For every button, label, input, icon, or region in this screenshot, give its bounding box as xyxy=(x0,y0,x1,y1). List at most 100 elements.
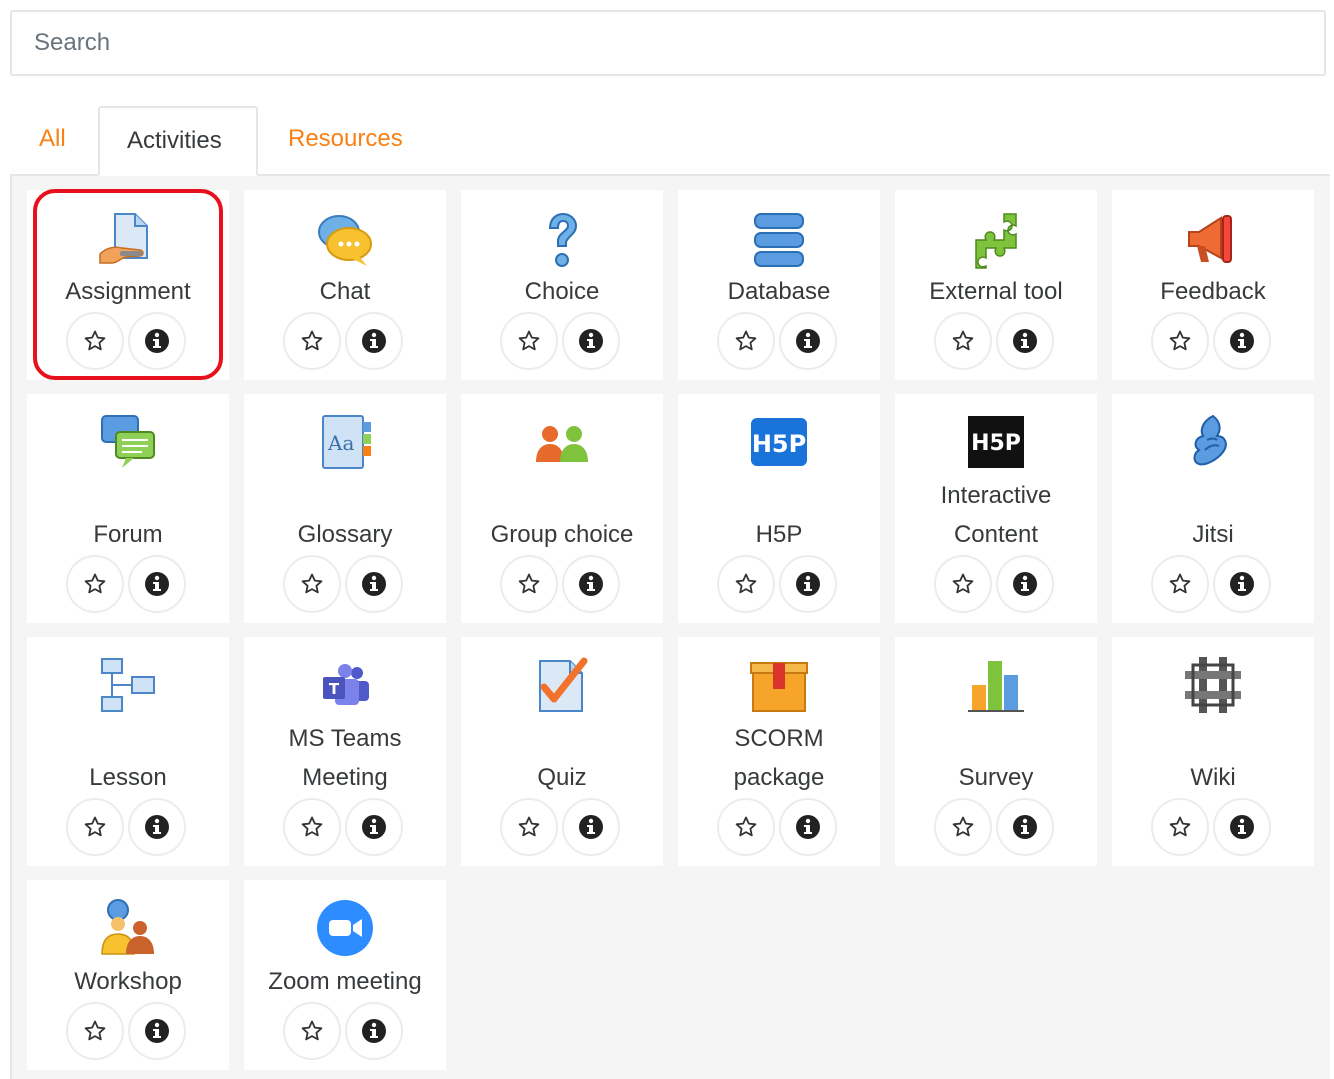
star-icon[interactable] xyxy=(500,798,558,856)
module-name: Database xyxy=(727,278,831,305)
interactive-content-icon: H5P xyxy=(966,412,1026,472)
module-name: Workshop xyxy=(74,968,182,995)
module-name: Wiki xyxy=(1190,764,1236,791)
star-icon[interactable] xyxy=(66,312,124,370)
module-name: Lesson xyxy=(89,764,167,791)
module-card-glossary[interactable]: Aa Glossary xyxy=(244,394,446,623)
star-icon[interactable] xyxy=(283,1002,341,1060)
external-tool-icon xyxy=(966,210,1026,270)
info-icon[interactable] xyxy=(779,798,837,856)
survey-icon xyxy=(966,655,1026,715)
info-icon[interactable] xyxy=(128,1002,186,1060)
module-name: Glossary xyxy=(297,521,393,548)
module-name-line2: package xyxy=(733,764,825,791)
module-card-jitsi[interactable]: Jitsi xyxy=(1112,394,1314,623)
lesson-icon xyxy=(98,655,158,715)
tab-resources[interactable]: Resources xyxy=(288,106,403,176)
module-name: Feedback xyxy=(1160,278,1266,305)
module-name: Quiz xyxy=(537,764,587,791)
star-icon[interactable] xyxy=(1151,312,1209,370)
workshop-icon xyxy=(98,898,158,958)
info-icon[interactable] xyxy=(562,312,620,370)
module-card-survey[interactable]: Survey xyxy=(895,637,1097,866)
star-icon[interactable] xyxy=(66,1002,124,1060)
glossary-icon: Aa xyxy=(315,412,375,472)
star-icon[interactable] xyxy=(1151,798,1209,856)
module-card-scorm[interactable]: SCORM package xyxy=(678,637,880,866)
module-card-lesson[interactable]: Lesson xyxy=(27,637,229,866)
h5p-icon: H5P xyxy=(749,412,809,472)
star-icon[interactable] xyxy=(934,798,992,856)
module-name-line2: Meeting xyxy=(302,764,388,791)
info-icon[interactable] xyxy=(562,555,620,613)
info-icon[interactable] xyxy=(779,312,837,370)
star-icon[interactable] xyxy=(717,798,775,856)
module-card-ms-teams[interactable]: T MS Teams Meeting xyxy=(244,637,446,866)
svg-text:H5P: H5P xyxy=(752,430,806,458)
module-name: Jitsi xyxy=(1192,521,1234,548)
star-icon[interactable] xyxy=(717,555,775,613)
quiz-icon xyxy=(532,655,592,715)
info-icon[interactable] xyxy=(128,312,186,370)
module-card-group-choice[interactable]: Group choice xyxy=(461,394,663,623)
info-icon[interactable] xyxy=(562,798,620,856)
module-card-h5p[interactable]: H5P H5P xyxy=(678,394,880,623)
module-name: Choice xyxy=(524,278,600,305)
choice-icon xyxy=(532,210,592,270)
module-card-chat[interactable]: Chat xyxy=(244,190,446,380)
info-icon[interactable] xyxy=(1213,798,1271,856)
info-icon[interactable] xyxy=(345,798,403,856)
svg-text:T: T xyxy=(329,680,340,698)
module-card-workshop[interactable]: Workshop xyxy=(27,880,229,1070)
group-choice-icon xyxy=(532,412,592,472)
info-icon[interactable] xyxy=(345,1002,403,1060)
module-card-assignment[interactable]: Assignment xyxy=(27,190,229,380)
module-card-external-tool[interactable]: External tool xyxy=(895,190,1097,380)
info-icon[interactable] xyxy=(996,555,1054,613)
star-icon[interactable] xyxy=(934,555,992,613)
scorm-icon xyxy=(749,655,809,715)
tab-activities[interactable]: Activities xyxy=(98,106,258,176)
module-card-database[interactable]: Database xyxy=(678,190,880,380)
module-type-tabs: All Activities Resources xyxy=(10,106,1330,176)
chat-icon xyxy=(315,210,375,270)
module-card-zoom[interactable]: Zoom meeting xyxy=(244,880,446,1070)
module-card-wiki[interactable]: Wiki xyxy=(1112,637,1314,866)
info-icon[interactable] xyxy=(1213,555,1271,613)
module-name: Group choice xyxy=(490,521,634,548)
module-card-interactive-content[interactable]: H5P Interactive Content xyxy=(895,394,1097,623)
module-name-line2: Content xyxy=(953,521,1039,548)
star-icon[interactable] xyxy=(283,555,341,613)
info-icon[interactable] xyxy=(345,312,403,370)
module-card-choice[interactable]: Choice xyxy=(461,190,663,380)
module-card-feedback[interactable]: Feedback xyxy=(1112,190,1314,380)
ms-teams-icon: T xyxy=(315,655,375,715)
svg-text:H5P: H5P xyxy=(971,431,1021,456)
star-icon[interactable] xyxy=(1151,555,1209,613)
star-icon[interactable] xyxy=(283,312,341,370)
search-input[interactable] xyxy=(10,10,1326,76)
star-icon[interactable] xyxy=(283,798,341,856)
info-icon[interactable] xyxy=(128,798,186,856)
tab-all[interactable]: All xyxy=(39,106,66,176)
star-icon[interactable] xyxy=(717,312,775,370)
zoom-icon xyxy=(315,898,375,958)
module-card-forum[interactable]: Forum xyxy=(27,394,229,623)
info-icon[interactable] xyxy=(996,312,1054,370)
info-icon[interactable] xyxy=(1213,312,1271,370)
info-icon[interactable] xyxy=(345,555,403,613)
svg-text:Aa: Aa xyxy=(327,431,354,455)
module-name: MS Teams xyxy=(288,725,402,752)
info-icon[interactable] xyxy=(128,555,186,613)
star-icon[interactable] xyxy=(66,798,124,856)
star-icon[interactable] xyxy=(66,555,124,613)
info-icon[interactable] xyxy=(996,798,1054,856)
star-icon[interactable] xyxy=(934,312,992,370)
module-card-quiz[interactable]: Quiz xyxy=(461,637,663,866)
module-name: Assignment xyxy=(65,278,191,305)
star-icon[interactable] xyxy=(500,555,558,613)
info-icon[interactable] xyxy=(779,555,837,613)
star-icon[interactable] xyxy=(500,312,558,370)
module-name: Chat xyxy=(319,278,371,305)
jitsi-icon xyxy=(1183,412,1243,472)
